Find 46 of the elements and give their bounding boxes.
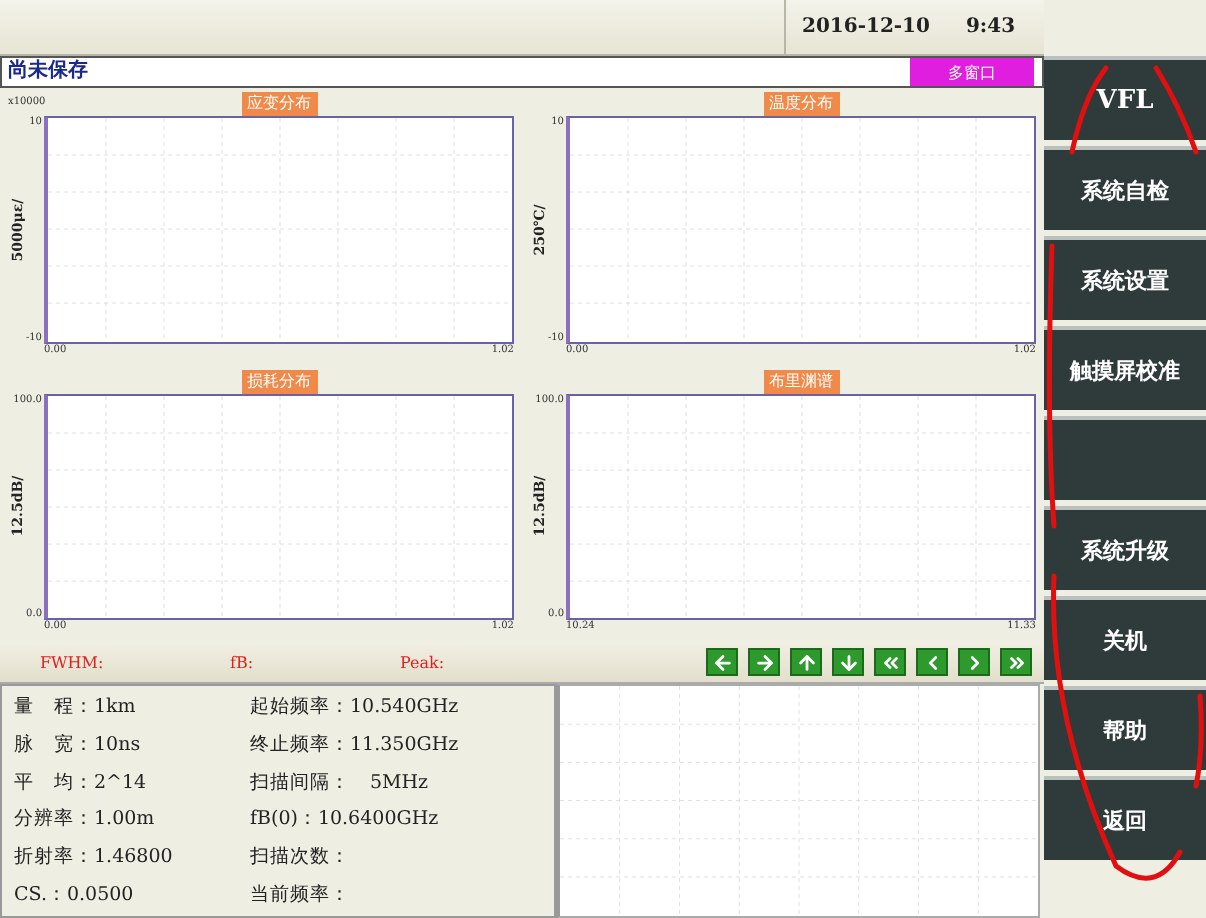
parameter-text: 平 均：2^14 — [14, 769, 149, 796]
menu-button[interactable]: 触摸屏校准 — [1044, 326, 1206, 410]
double-left-button[interactable] — [874, 648, 906, 676]
right-chevron-button[interactable] — [958, 648, 990, 676]
blank-menu-button[interactable] — [1044, 416, 1206, 500]
plot-title: 温度分布 — [763, 92, 839, 116]
up-arrow-icon — [795, 651, 817, 673]
down-arrow-icon — [837, 651, 859, 673]
peak-label: Peak: — [400, 653, 447, 671]
plot-title: 应变分布 — [241, 92, 317, 116]
left-arrow-icon — [711, 651, 733, 673]
parameter-text: 折射率：1.46800 — [14, 844, 175, 871]
parameter-text: fB(0)：10.6400GHz — [250, 806, 441, 833]
menu-button[interactable]: 系统设置 — [1044, 236, 1206, 320]
right-arrow-icon — [753, 651, 775, 673]
plot-title: 损耗分布 — [241, 369, 317, 393]
parameter-text: 终止频率：11.350GHz — [250, 731, 461, 758]
menu-button[interactable]: 系统升级 — [1044, 506, 1206, 590]
double-left-icon — [879, 651, 901, 673]
menu-button[interactable]: 返回 — [1044, 776, 1206, 860]
parameter-text: 脉 宽：10ns — [14, 731, 143, 758]
parameter-text: 当前频率： — [250, 881, 352, 908]
plot-title: 布里渊谱 — [763, 369, 839, 393]
up-arrow-button[interactable] — [790, 648, 822, 676]
left-arrow-button[interactable] — [706, 648, 738, 676]
menu-button[interactable]: 关机 — [1044, 596, 1206, 680]
parameter-text: 量 程：1km — [14, 694, 138, 720]
parameter-text: 分辨率：1.00m — [14, 806, 157, 833]
parameter-text: 扫描间隔： 5MHz — [250, 769, 431, 796]
left-chevron-button[interactable] — [916, 648, 948, 676]
time-text: 9:43 — [965, 16, 1016, 38]
menu-button[interactable]: 系统自检 — [1044, 146, 1206, 230]
down-arrow-button[interactable] — [832, 648, 864, 676]
fwhm-label: FWHM: — [40, 653, 106, 671]
double-right-icon — [1005, 651, 1027, 673]
multi-window-button[interactable]: 多窗口 — [910, 58, 1034, 86]
parameter-text: 扫描次数： — [250, 844, 352, 871]
double-right-button[interactable] — [1000, 648, 1032, 676]
parameter-text: CS.：0.0500 — [14, 881, 136, 908]
save-status-text: 尚未保存 — [6, 58, 90, 86]
menu-button[interactable]: VFL — [1044, 56, 1206, 140]
date-text: 2016-12-10 — [802, 16, 930, 38]
menu-button[interactable]: 帮助 — [1044, 686, 1206, 770]
fb-label: fB: — [230, 653, 256, 671]
parameter-text: 起始频率：10.540GHz — [250, 694, 461, 720]
right-arrow-button[interactable] — [748, 648, 780, 676]
